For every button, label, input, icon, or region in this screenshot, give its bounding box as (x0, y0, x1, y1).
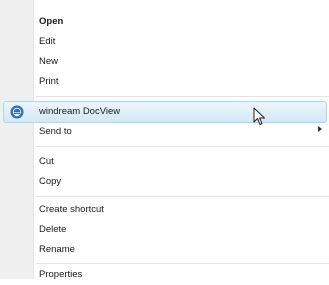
menu-item-label: Send to (39, 126, 72, 137)
menu-item-windream-docview[interactable]: windream DocView (34, 102, 329, 122)
context-menu: Open Edit New Print windream DocView Sen… (0, 0, 329, 280)
menu-item-label: Delete (39, 224, 67, 235)
menu-item-delete[interactable]: Delete (34, 220, 329, 240)
menu-item-print[interactable]: Print (34, 72, 329, 92)
icon-gutter (0, 0, 33, 279)
menu-item-properties[interactable]: Properties (34, 265, 329, 285)
menu-item-new[interactable]: New (34, 52, 329, 72)
menu-item-label: Copy (39, 176, 62, 187)
menu-item-label: Rename (39, 244, 75, 255)
menu-item-label: Create shortcut (39, 204, 104, 215)
menu-item-label: Properties (39, 269, 83, 280)
menu-separator (36, 146, 329, 147)
menu-item-rename[interactable]: Rename (34, 240, 329, 260)
menu-item-send-to[interactable]: Send to (34, 122, 329, 142)
menu-separator (36, 96, 329, 97)
menu-item-copy[interactable]: Copy (34, 172, 329, 192)
menu-item-label: windream DocView (39, 106, 121, 117)
menu-item-label: Print (39, 76, 59, 87)
menu-item-cut[interactable]: Cut (34, 152, 329, 172)
submenu-arrow-icon (318, 126, 322, 132)
menu-separator (36, 196, 329, 197)
menu-item-label: New (39, 56, 59, 67)
menu-separator (36, 263, 329, 264)
menu-item-open[interactable]: Open (34, 12, 329, 32)
menu-item-label: Edit (39, 36, 56, 47)
menu-item-create-shortcut[interactable]: Create shortcut (34, 200, 329, 220)
windream-app-icon (10, 105, 24, 119)
mouse-pointer-icon (253, 107, 265, 125)
menu-item-label: Open (39, 16, 64, 27)
menu-item-edit[interactable]: Edit (34, 32, 329, 52)
menu-item-label: Cut (39, 156, 54, 167)
